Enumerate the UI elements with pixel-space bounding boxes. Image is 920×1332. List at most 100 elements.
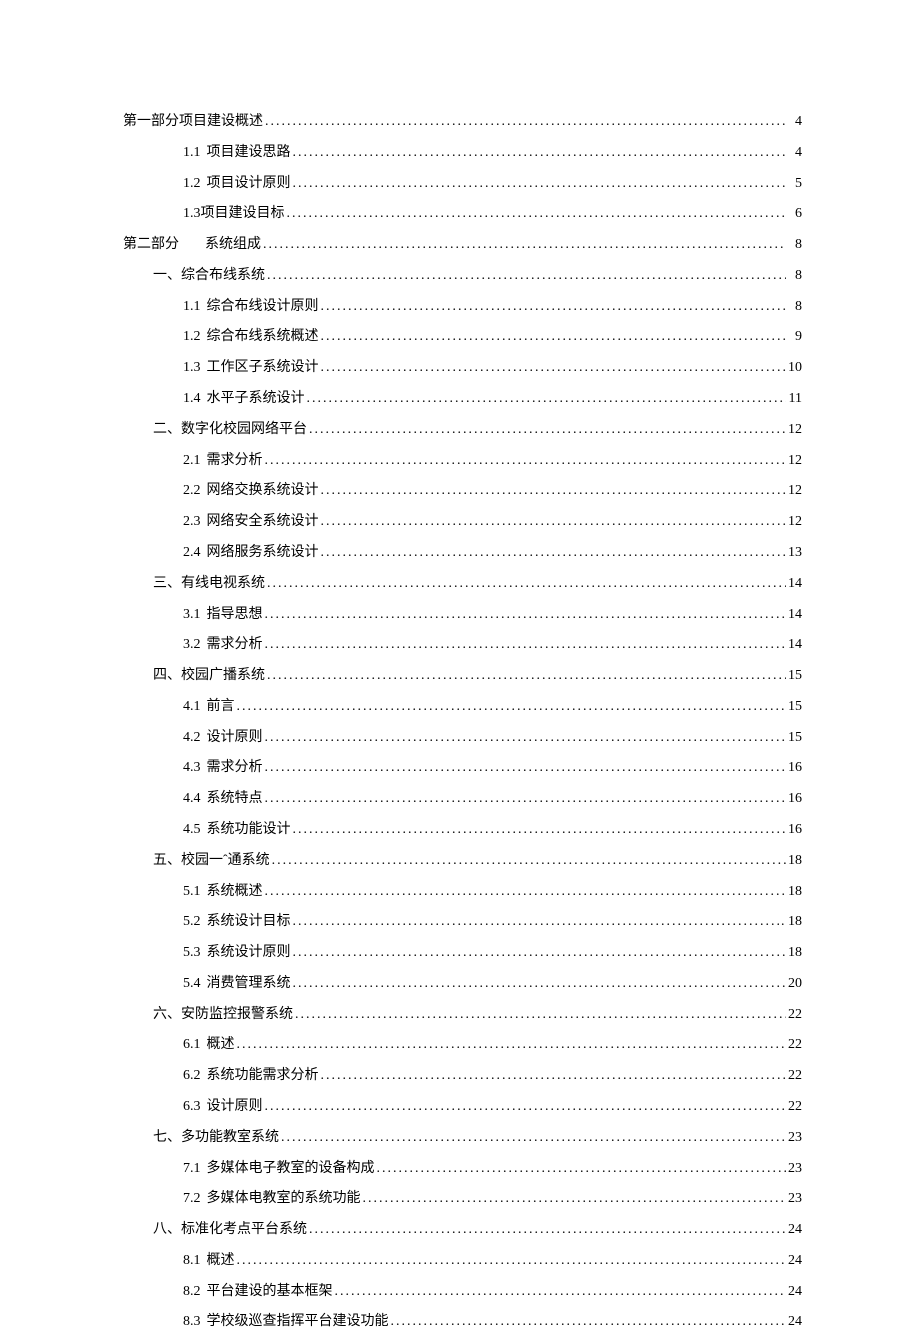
toc-number: 4.1 [183, 697, 201, 717]
toc-page-number: 24 [788, 1220, 802, 1240]
toc-number: 八、 [153, 1220, 181, 1240]
toc-page-number: 12 [788, 481, 802, 501]
toc-leader-dots [265, 882, 787, 902]
toc-entry: 二、数字化校园网络平台12 [123, 420, 802, 440]
toc-entry: 5.3系统设计原则18 [123, 943, 802, 963]
toc-page-number: 15 [788, 666, 802, 686]
toc-leader-dots [263, 235, 786, 255]
toc-title: 综合布线系统 [181, 266, 265, 286]
toc-page-number: 8 [788, 297, 802, 317]
toc-entry: 五、校园一ˆ通系统18 [123, 851, 802, 871]
toc-leader-dots [391, 1312, 787, 1332]
toc-entry: 8.3学校级巡查指挥平台建设功能24 [123, 1312, 802, 1332]
toc-page-number: 13 [788, 543, 802, 563]
toc-title: 指导思想 [207, 605, 263, 625]
toc-entry: 第二部分系统组成8 [123, 235, 802, 255]
toc-page-number: 16 [788, 789, 802, 809]
toc-number: 7.1 [183, 1159, 201, 1179]
toc-entry: 6.3设计原则22 [123, 1097, 802, 1117]
toc-title: 多功能教室系统 [181, 1128, 279, 1148]
toc-page-number: 12 [788, 420, 802, 440]
toc-number: 1.4 [183, 389, 201, 409]
toc-page-number: 4 [788, 112, 802, 132]
toc-leader-dots [237, 1251, 787, 1271]
toc-number: 4.2 [183, 728, 201, 748]
toc-page-number: 15 [788, 697, 802, 717]
toc-title: 系统设计目标 [207, 912, 291, 932]
toc-leader-dots [309, 1220, 786, 1240]
toc-leader-dots [321, 512, 787, 532]
toc-leader-dots [237, 1035, 787, 1055]
toc-leader-dots [321, 481, 787, 501]
toc-title: 多媒体电教室的系统功能 [207, 1189, 361, 1209]
toc-page-number: 22 [788, 1097, 802, 1117]
toc-title: 系统组成 [205, 235, 261, 255]
toc-page-number: 10 [788, 358, 802, 378]
toc-entry: 1.2项目设计原则5 [123, 174, 802, 194]
toc-title: 前言 [207, 697, 235, 717]
toc-leader-dots [272, 851, 786, 871]
toc-title: 项目设计原则 [207, 174, 291, 194]
toc-title: 平台建设的基本框架 [207, 1282, 333, 1302]
toc-page-number: 12 [788, 512, 802, 532]
toc-page-number: 14 [788, 605, 802, 625]
toc-page-number: 6 [788, 204, 802, 224]
toc-page-number: 4 [788, 143, 802, 163]
toc-entry: 第一部分项目建设概述 4 [123, 112, 802, 132]
toc-number: 1.1 [183, 297, 201, 317]
toc-leader-dots [265, 758, 787, 778]
toc-leader-dots [293, 174, 787, 194]
toc-leader-dots [237, 697, 787, 717]
toc-page-number: 18 [788, 851, 802, 871]
toc-page-number: 16 [788, 758, 802, 778]
toc-leader-dots [265, 789, 787, 809]
toc-leader-dots [293, 943, 787, 963]
toc-title: 数字化校园网络平台 [181, 420, 307, 440]
toc-entry: 1.2综合布线系统概述9 [123, 327, 802, 347]
toc-number: 2.2 [183, 481, 201, 501]
toc-title: 项目建设思路 [207, 143, 291, 163]
toc-title: 多媒体电子教室的设备构成 [207, 1159, 375, 1179]
toc-entry: 1.1 项目建设思路 4 [123, 143, 802, 163]
toc-entry: 6.2系统功能需求分析22 [123, 1066, 802, 1086]
toc-entry: 4.1 前言 15 [123, 697, 802, 717]
toc-leader-dots [267, 666, 786, 686]
toc-number: 5.2 [183, 912, 201, 932]
toc-number: 1.2 [183, 174, 201, 194]
toc-leader-dots [307, 389, 787, 409]
toc-title: 消费管理系统 [207, 974, 291, 994]
toc-title: 网络安全系统设计 [207, 512, 319, 532]
toc-title: 需求分析 [207, 635, 263, 655]
toc-title: 系统特点 [207, 789, 263, 809]
toc-title: 系统概述 [207, 882, 263, 902]
toc-page-number: 8 [788, 266, 802, 286]
toc-title: 综合布线系统概述 [207, 327, 319, 347]
toc-number: 三、 [153, 574, 181, 594]
toc-number: 七、 [153, 1128, 181, 1148]
toc-leader-dots [321, 358, 787, 378]
toc-leader-dots [321, 543, 787, 563]
toc-number: 5.3 [183, 943, 201, 963]
toc-title: 有线电视系统 [181, 574, 265, 594]
toc-title: 需求分析 [207, 758, 263, 778]
toc-number: 2.1 [183, 451, 201, 471]
toc-leader-dots [321, 1066, 787, 1086]
toc-number: 8.2 [183, 1282, 201, 1302]
toc-number: 3.1 [183, 605, 201, 625]
toc-entry: 6.1概述22 [123, 1035, 802, 1055]
toc-leader-dots [267, 574, 786, 594]
toc-title: 校园广播系统 [181, 666, 265, 686]
toc-number: 1.3 [183, 358, 201, 378]
toc-title: 设计原则 [207, 728, 263, 748]
toc-number: 4.3 [183, 758, 201, 778]
toc-number: 六、 [153, 1005, 181, 1025]
toc-title: 第一部分项目建设概述 [123, 112, 263, 132]
toc-number: 5.1 [183, 882, 201, 902]
toc-number: 1.1 [183, 143, 201, 163]
toc-leader-dots [295, 1005, 786, 1025]
toc-page-number: 11 [788, 389, 802, 409]
toc-title: 标准化考点平台系统 [181, 1220, 307, 1240]
toc-title: 第二部分 [123, 235, 179, 255]
toc-page-number: 22 [788, 1005, 802, 1025]
table-of-contents: 第一部分项目建设概述41.1项目建设思路41.2项目设计原则51.3项目建设目标… [123, 112, 802, 1332]
